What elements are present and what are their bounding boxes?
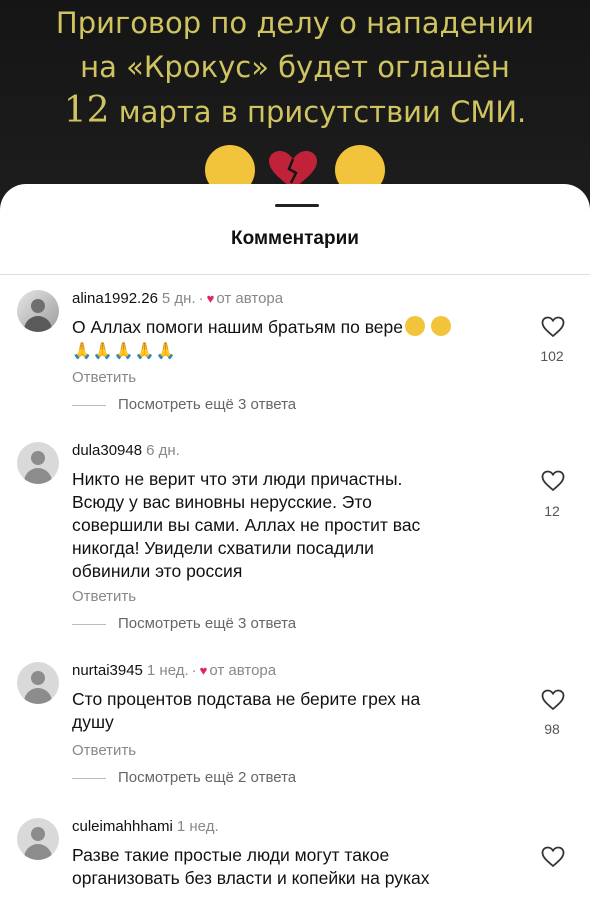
comment-meta: nurtai3945 1 нед. · ♥ от автора	[72, 662, 276, 679]
view-more-replies[interactable]: Посмотреть ещё 3 ответа	[72, 615, 296, 632]
comment-text-line: Никто не верит что эти люди причастны.	[72, 469, 403, 489]
comment-username[interactable]: culeimahhhami	[72, 818, 173, 835]
author-liked-label: от автора	[209, 662, 277, 679]
heart-outline-icon[interactable]	[541, 689, 565, 711]
avatar[interactable]	[17, 290, 59, 332]
comment-text-line: душу	[72, 712, 114, 732]
comment-time: 6 дн.	[146, 442, 180, 459]
like-count: 102	[540, 348, 564, 364]
comments-sheet: Комментарии alina1992.26 5 дн. · ♥ от автора…	[0, 184, 590, 904]
avatar[interactable]	[17, 442, 59, 484]
replies-line	[72, 404, 106, 406]
author-liked-heart-icon: ♥	[199, 663, 208, 678]
comment-username[interactable]: dula30948	[72, 442, 142, 459]
heart-outline-icon[interactable]	[541, 846, 565, 868]
comment-username[interactable]: nurtai3945	[72, 662, 143, 679]
comment-time: 1 нед.	[176, 818, 219, 835]
heart-outline-icon[interactable]	[541, 316, 565, 338]
view-more-replies-label: Посмотреть ещё 3 ответа	[118, 396, 297, 413]
video-headline-line-1: Приговор по делу о нападении	[55, 6, 535, 40]
comment-text-line: обвинили это россия	[72, 561, 243, 581]
video-headline-line-2: на «Крокус» будет оглашён	[80, 50, 510, 84]
replies-line	[72, 777, 106, 779]
heart-outline-icon[interactable]	[541, 470, 565, 492]
comment-meta: culeimahhhami 1 нед.	[72, 818, 219, 835]
view-more-replies[interactable]: Посмотреть ещё 2 ответа	[72, 769, 296, 786]
avatar-body	[24, 688, 52, 704]
comment-text-line: совершили вы сами. Аллах не простит вас	[72, 515, 421, 535]
headline-date-number: 12	[63, 90, 110, 131]
comment-text: О Аллах помоги нашим братьям по вере 🙏🙏🙏…	[72, 316, 451, 363]
comment-text-line: Сто процентов подстава не берите грех на	[72, 689, 421, 709]
avatar-body	[24, 316, 52, 332]
view-more-replies[interactable]: Посмотреть ещё 3 ответа	[72, 396, 296, 413]
comment-text-line: Разве такие простые люди могут такое	[72, 845, 390, 865]
reply-button[interactable]: Ответить	[72, 369, 136, 386]
comment-text-line: Всюду у вас виновны нерусские. Это	[72, 492, 372, 512]
comment-username[interactable]: alina1992.26	[72, 290, 158, 307]
reply-button[interactable]: Ответить	[72, 742, 136, 759]
comment-text: Разве такие простые люди могут такое орг…	[72, 844, 430, 890]
pleading-face-icon	[431, 316, 451, 336]
default-avatar-icon	[31, 671, 45, 685]
pleading-face-icon	[405, 316, 425, 336]
view-more-replies-label: Посмотреть ещё 3 ответа	[118, 615, 297, 632]
comment-time: 5 дн.	[161, 290, 196, 307]
video-headline-line-3: 12 марта в присутствии СМИ.	[0, 90, 590, 131]
sheet-drag-handle[interactable]	[275, 204, 319, 207]
default-avatar-icon	[31, 827, 45, 841]
sheet-divider	[0, 274, 590, 275]
folded-hands-icon: 🙏🙏🙏🙏🙏	[72, 343, 177, 360]
like-count: 98	[544, 721, 560, 737]
author-liked-heart-icon: ♥	[206, 291, 215, 306]
author-liked-label: от автора	[216, 290, 284, 307]
default-avatar-icon	[31, 451, 45, 465]
reply-button[interactable]: Ответить	[72, 588, 136, 605]
meta-separator: ·	[191, 662, 197, 679]
comment-text: Никто не верит что эти люди причастны. В…	[72, 468, 420, 583]
meta-separator: ·	[198, 290, 204, 307]
comment-text-line: никогда! Увидели схватили посадили	[72, 538, 374, 558]
comment-meta: alina1992.26 5 дн. · ♥ от автора	[72, 290, 283, 307]
view-more-replies-label: Посмотреть ещё 2 ответа	[118, 769, 297, 786]
avatar-body	[24, 844, 52, 860]
replies-line	[72, 623, 106, 625]
comment-meta: dula30948 6 дн.	[72, 442, 180, 459]
avatar-head	[31, 299, 45, 313]
comment-text: Сто процентов подстава не берите грех на…	[72, 688, 420, 734]
comment-text-line: О Аллах помоги нашим братьям по вере	[72, 317, 403, 337]
like-count: 12	[544, 503, 560, 519]
avatar[interactable]	[17, 818, 59, 860]
avatar-body	[24, 468, 52, 484]
headline-date-rest: марта в присутствии СМИ.	[109, 95, 527, 129]
comment-time: 1 нед.	[146, 662, 189, 679]
sheet-title: Комментарии	[231, 228, 359, 249]
avatar[interactable]	[17, 662, 59, 704]
